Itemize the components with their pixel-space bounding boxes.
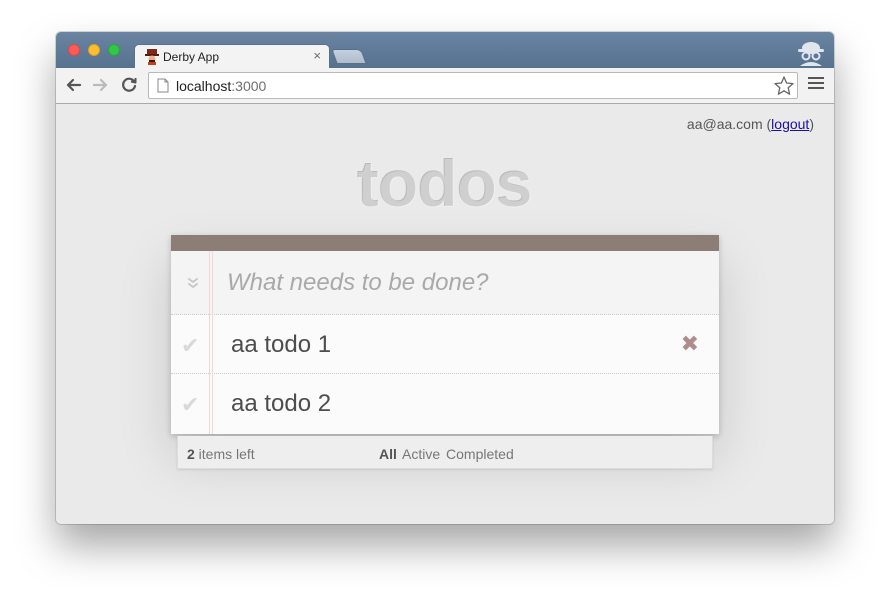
new-todo-input[interactable] (227, 265, 697, 301)
window-maximize-button[interactable] (108, 44, 120, 56)
tab-close-icon[interactable]: × (313, 48, 321, 63)
todo-footer: 2 items left All Active Completed (177, 436, 713, 469)
back-arrow-icon[interactable] (62, 74, 84, 96)
filter-all[interactable]: All (379, 446, 397, 462)
todo-title[interactable]: aa todo 2 (231, 390, 331, 418)
browser-toolbar: localhost:3000 (56, 68, 834, 104)
browser-window: Derby App × localhost:3000 aa@aa.com (lo… (56, 32, 834, 524)
notebook-margin-line (209, 251, 213, 434)
todo-checkbox[interactable]: ✔ (181, 333, 199, 359)
incognito-icon (798, 42, 824, 66)
address-bar[interactable]: localhost:3000 (148, 72, 798, 99)
user-bar: aa@aa.com (logout) (686, 116, 814, 132)
window-minimize-button[interactable] (88, 44, 100, 56)
page-title: todos (357, 147, 534, 221)
delete-todo-icon[interactable]: ✖ (681, 331, 699, 357)
todo-item: ✔ aa todo 2 (171, 374, 719, 433)
bookmark-star-icon[interactable] (773, 75, 795, 97)
items-left-count: 2 items left (187, 446, 255, 462)
filter-links: All Active Completed (379, 446, 516, 462)
browser-tab[interactable]: Derby App × (134, 44, 330, 69)
todo-checkbox[interactable]: ✔ (181, 392, 199, 418)
menu-icon[interactable] (808, 77, 824, 93)
title-bar: Derby App × (56, 32, 834, 69)
new-todo-row (171, 251, 719, 315)
url-text: localhost:3000 (176, 78, 267, 94)
user-email: aa@aa.com (686, 116, 763, 132)
window-close-button[interactable] (68, 44, 80, 56)
card-header-bar (171, 235, 719, 251)
logout-link[interactable]: logout (771, 116, 809, 132)
page-icon (157, 78, 169, 93)
page-content: aa@aa.com (logout) todos ✔ aa todo 1 ✖ ✔ (56, 104, 834, 524)
todo-list-card: ✔ aa todo 1 ✖ ✔ aa todo 2 (171, 235, 719, 434)
reload-icon[interactable] (118, 74, 140, 96)
tab-title: Derby App (163, 50, 220, 64)
new-tab-button[interactable] (331, 49, 367, 64)
filter-active[interactable]: Active (402, 446, 440, 462)
filter-completed[interactable]: Completed (446, 446, 514, 462)
todo-title[interactable]: aa todo 1 (231, 331, 331, 359)
todo-item: ✔ aa todo 1 ✖ (171, 315, 719, 374)
favicon-icon (145, 49, 159, 65)
toggle-all-icon[interactable] (185, 275, 201, 291)
forward-arrow-icon[interactable] (90, 74, 112, 96)
